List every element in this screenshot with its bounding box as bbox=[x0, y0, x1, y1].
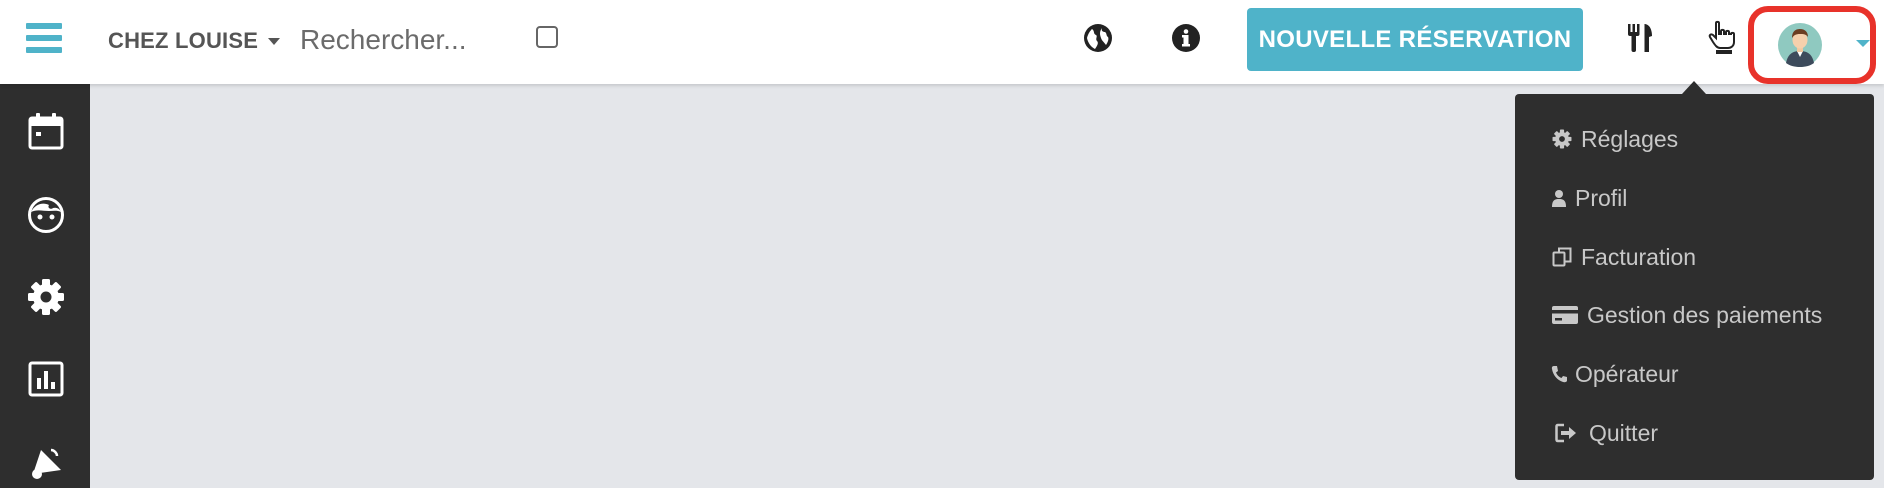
gear-icon bbox=[1551, 128, 1573, 150]
megaphone-icon[interactable] bbox=[27, 444, 65, 482]
credit-card-icon bbox=[1551, 304, 1579, 326]
menu-item-label: Quitter bbox=[1589, 419, 1659, 446]
chart-icon[interactable] bbox=[27, 360, 65, 398]
user-dropdown-menu: Réglages Profil Facturation Gestion des … bbox=[1515, 94, 1874, 480]
menu-item-label: Gestion des paiements bbox=[1587, 301, 1823, 328]
utensils-icon[interactable] bbox=[1622, 20, 1658, 56]
caret-down-icon bbox=[1856, 40, 1870, 47]
gear-icon[interactable] bbox=[27, 278, 65, 316]
menu-item-profile[interactable]: Profil bbox=[1551, 181, 1627, 215]
user-icon bbox=[1551, 187, 1567, 209]
calendar-icon[interactable] bbox=[27, 112, 65, 150]
caret-down-icon bbox=[268, 37, 281, 45]
sign-out-icon bbox=[1551, 422, 1581, 444]
sidebar bbox=[0, 84, 90, 488]
restaurant-selector[interactable]: CHEZ LOUISE bbox=[108, 26, 281, 56]
phone-icon bbox=[1551, 363, 1567, 385]
search-input[interactable] bbox=[300, 20, 520, 60]
info-icon[interactable] bbox=[1168, 20, 1204, 56]
menu-item-label: Opérateur bbox=[1575, 360, 1679, 387]
menu-item-payments[interactable]: Gestion des paiements bbox=[1551, 298, 1822, 332]
globe-icon[interactable] bbox=[1080, 20, 1116, 56]
hand-pointer-icon[interactable] bbox=[1704, 20, 1740, 56]
menu-item-label: Réglages bbox=[1581, 125, 1679, 152]
avatar bbox=[1778, 23, 1822, 67]
menu-item-billing[interactable]: Facturation bbox=[1551, 240, 1696, 274]
menu-item-logout[interactable]: Quitter bbox=[1551, 416, 1658, 450]
checkbox[interactable] bbox=[536, 26, 558, 48]
menu-item-label: Profil bbox=[1575, 184, 1628, 211]
hamburger-menu-icon[interactable] bbox=[26, 20, 62, 56]
user-menu-toggle[interactable] bbox=[1748, 6, 1876, 84]
menu-item-label: Facturation bbox=[1581, 243, 1697, 270]
menu-item-operator[interactable]: Opérateur bbox=[1551, 357, 1679, 391]
menu-item-settings[interactable]: Réglages bbox=[1551, 122, 1678, 156]
dropdown-arrow bbox=[1682, 81, 1706, 94]
top-bar: CHEZ LOUISE NOUVELLE RÉSERVATION bbox=[0, 0, 1884, 84]
copy-icon bbox=[1551, 246, 1573, 268]
restaurant-name: CHEZ LOUISE bbox=[108, 28, 259, 53]
new-reservation-button[interactable]: NOUVELLE RÉSERVATION bbox=[1247, 8, 1583, 71]
face-icon[interactable] bbox=[27, 196, 65, 234]
